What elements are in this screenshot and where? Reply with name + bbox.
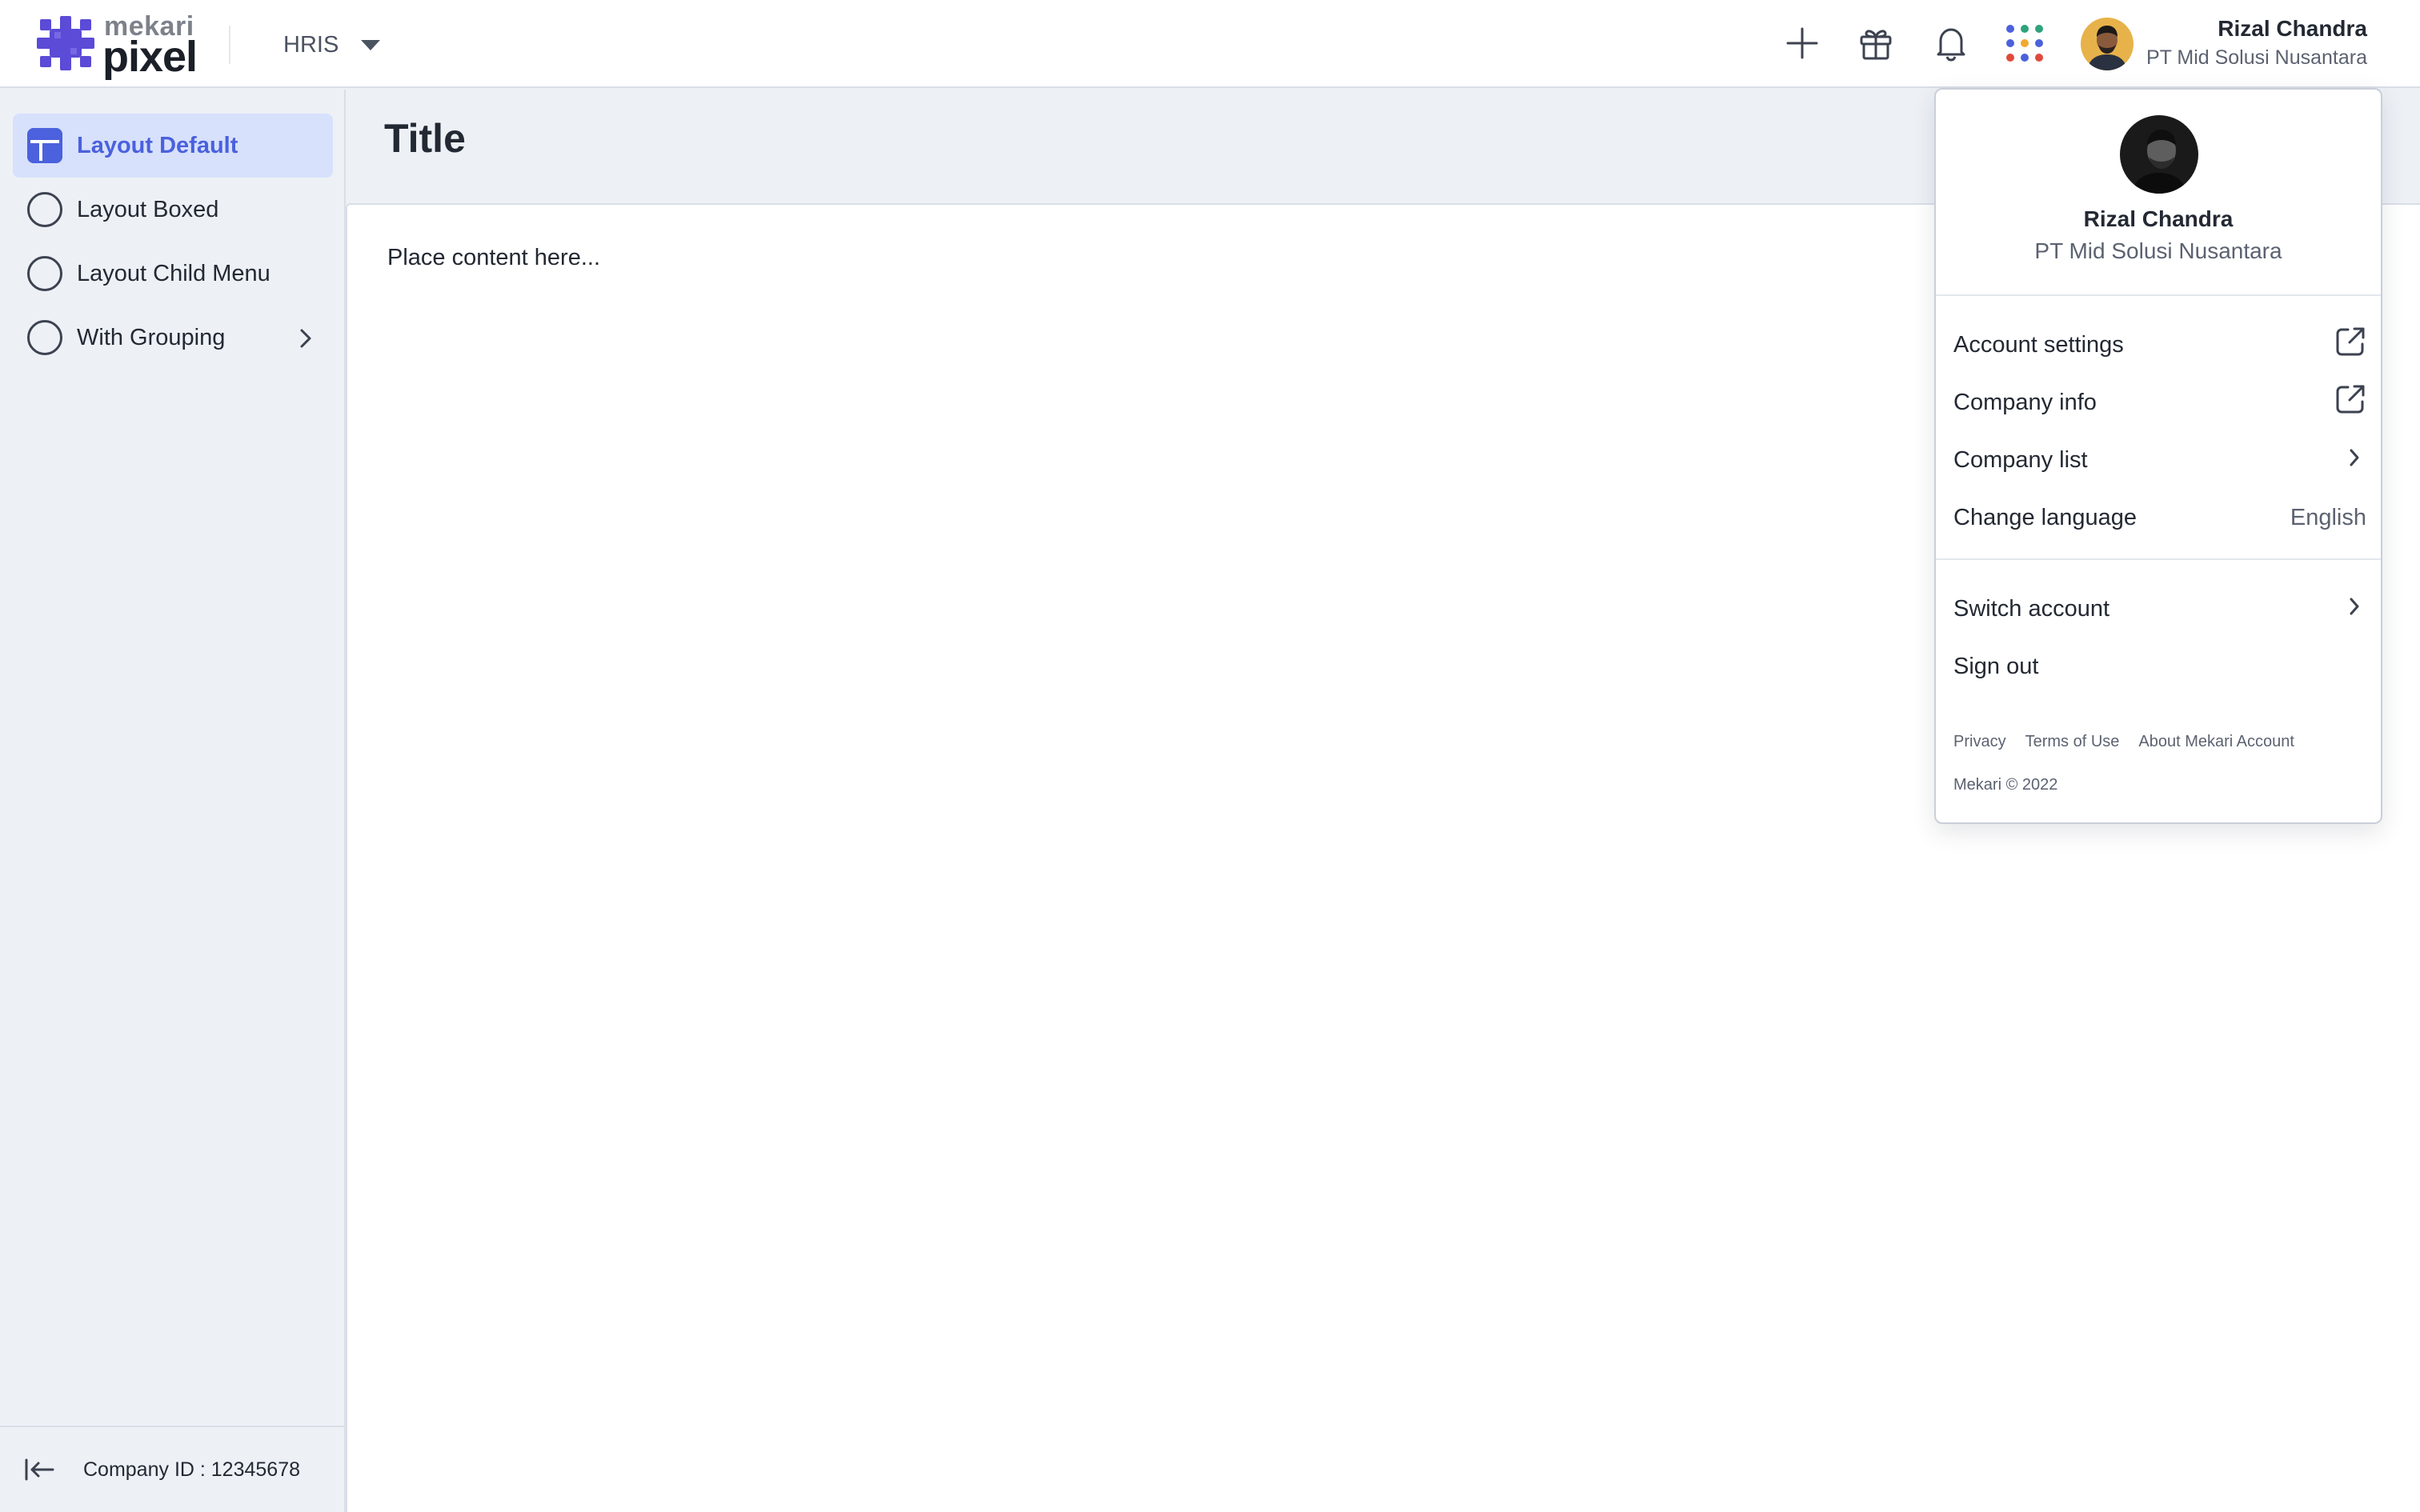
menu-item-label: Switch account xyxy=(1953,595,2110,622)
apps-grid-icon[interactable] xyxy=(2004,22,2045,64)
circle-icon xyxy=(27,256,62,291)
product-switcher[interactable]: HRIS xyxy=(283,29,381,61)
account-menu-header: Rizal Chandra PT Mid Solusi Nusantara xyxy=(1936,90,2381,296)
about-link[interactable]: About Mekari Account xyxy=(2138,733,2294,751)
account-company: PT Mid Solusi Nusantara xyxy=(2034,238,2282,263)
sidebar-item-label: Layout Default xyxy=(77,132,238,158)
circle-icon xyxy=(27,192,62,227)
user-avatar[interactable] xyxy=(2081,18,2134,70)
change-language-item[interactable]: Change language English xyxy=(1953,494,2366,541)
company-id: Company ID : 12345678 xyxy=(83,1458,301,1481)
product-switcher-label: HRIS xyxy=(283,31,339,58)
copyright: Mekari © 2022 xyxy=(1953,776,2058,794)
menu-item-label: Company list xyxy=(1953,446,2088,473)
current-language: English xyxy=(2290,504,2366,530)
sidebar-item-layout-child-menu[interactable]: Layout Child Menu xyxy=(13,242,333,306)
page-title: Title xyxy=(384,116,466,161)
chevron-right-icon xyxy=(2349,447,2360,474)
user-name: Rizal Chandra xyxy=(2218,16,2367,41)
external-link-icon xyxy=(2334,326,2366,364)
bell-icon[interactable] xyxy=(1930,22,1972,64)
account-avatar xyxy=(2120,115,2198,194)
gift-icon[interactable] xyxy=(1855,22,1897,64)
privacy-link[interactable]: Privacy xyxy=(1953,733,2006,751)
menu-item-label: Company info xyxy=(1953,389,2097,415)
caret-down-icon xyxy=(361,39,381,50)
layout-icon xyxy=(27,128,62,163)
user-summary[interactable]: Rizal Chandra PT Mid Solusi Nusantara xyxy=(2146,16,2367,70)
terms-link[interactable]: Terms of Use xyxy=(2025,733,2120,751)
mekari-logo-mark-icon xyxy=(37,16,94,70)
sidebar-item-label: Layout Child Menu xyxy=(77,260,270,286)
top-bar: mekari pixel HRIS Rizal Chandra PT Mid S… xyxy=(0,0,2420,88)
add-icon[interactable] xyxy=(1781,22,1823,64)
sidebar-item-layout-boxed[interactable]: Layout Boxed xyxy=(13,178,333,242)
sidebar-item-layout-default[interactable]: Layout Default xyxy=(13,114,333,178)
account-menu: Rizal Chandra PT Mid Solusi Nusantara Ac… xyxy=(1934,88,2382,824)
sidebar: Layout Default Layout Boxed Layout Child… xyxy=(0,90,346,1512)
sidebar-footer: Company ID : 12345678 xyxy=(0,1426,344,1512)
sidebar-item-with-grouping[interactable]: With Grouping xyxy=(13,306,333,370)
logo-wordmark-big: pixel xyxy=(102,33,198,81)
menu-item-label: Account settings xyxy=(1953,331,2124,358)
external-link-icon xyxy=(2334,383,2366,422)
content-placeholder: Place content here... xyxy=(387,245,600,270)
sidebar-item-label: Layout Boxed xyxy=(77,196,219,222)
menu-divider xyxy=(1936,558,2381,560)
footer-links: Privacy Terms of Use About Mekari Accoun… xyxy=(1953,733,2314,751)
sidebar-item-label: With Grouping xyxy=(77,324,226,350)
menu-item-label: Change language xyxy=(1953,504,2137,530)
header-divider xyxy=(229,26,230,64)
company-info-item[interactable]: Company info xyxy=(1953,379,2366,426)
sign-out-item[interactable]: Sign out xyxy=(1953,643,2366,690)
mekari-pixel-logo[interactable]: mekari pixel xyxy=(37,11,198,81)
collapse-sidebar-icon[interactable] xyxy=(24,1452,59,1487)
user-company: PT Mid Solusi Nusantara xyxy=(2146,46,2367,69)
switch-account-item[interactable]: Switch account xyxy=(1953,586,2366,632)
company-list-item[interactable]: Company list xyxy=(1953,437,2366,483)
chevron-right-icon xyxy=(299,328,312,353)
circle-icon xyxy=(27,320,62,355)
account-settings-item[interactable]: Account settings xyxy=(1953,322,2366,368)
account-name: Rizal Chandra xyxy=(2083,206,2234,231)
chevron-right-icon xyxy=(2349,596,2360,622)
menu-item-label: Sign out xyxy=(1953,653,2039,679)
